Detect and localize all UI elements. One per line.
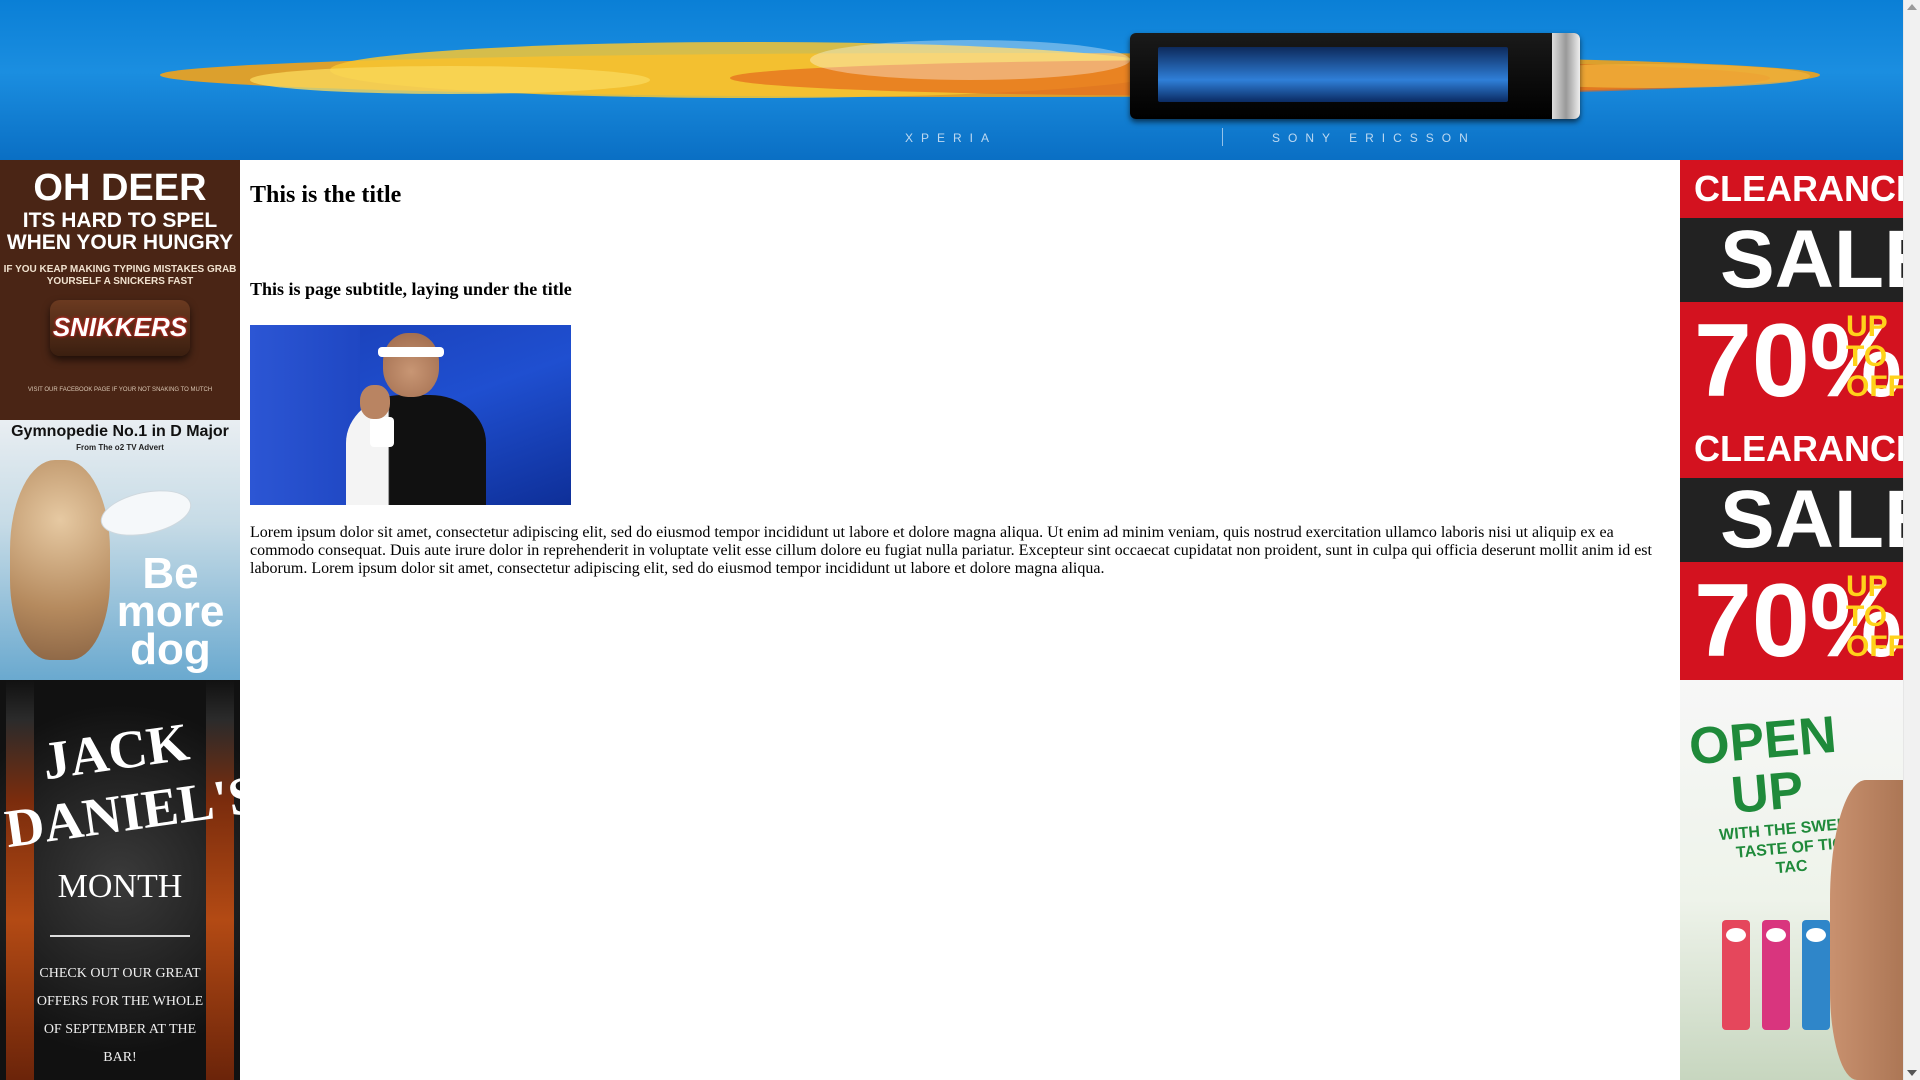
snickers-line2: ITS HARD TO SPEL WHEN YOUR HUNGRY bbox=[6, 209, 234, 254]
up-to-off-repeat: UP TO OFF bbox=[1846, 570, 1904, 663]
jack-month: MONTH bbox=[57, 868, 183, 905]
clearance-word-repeat: CLEARANCE bbox=[1694, 428, 1904, 469]
page-title: This is the title bbox=[250, 182, 402, 208]
top-banner-ad[interactable]: XPERIA SONY ERICSSON bbox=[0, 0, 1904, 160]
clearance-word: CLEARANCE bbox=[1694, 168, 1904, 209]
tictac-ad[interactable]: OPEN UP WITH THE SWEET TASTE OF TIC TAC bbox=[1680, 680, 1904, 1080]
tictac-box-red bbox=[1722, 920, 1750, 1030]
hand-image bbox=[1830, 780, 1904, 1080]
banner-brand-right: SONY ERICSSON bbox=[1272, 131, 1476, 145]
banner-divider bbox=[1222, 128, 1223, 146]
snickers-headline: OH DEER bbox=[33, 167, 207, 209]
body-paragraph: Lorem ipsum dolor sit amet, consectetur … bbox=[250, 524, 1652, 577]
snickers-footer: VISIT OUR FACEBOOK PAGE IF YOUR NOT SNAK… bbox=[27, 387, 213, 393]
cat-image bbox=[10, 460, 110, 660]
main-content: This is the title This is page subtitle,… bbox=[250, 160, 1670, 577]
phone-image bbox=[1130, 33, 1580, 119]
sale-word: SALE bbox=[1680, 218, 1904, 302]
sale-word-repeat: SALE bbox=[1680, 478, 1904, 562]
snickers-line3: IF YOU KEAP MAKING TYPING MISTAKES GRAB … bbox=[3, 264, 237, 287]
jack-offer: CHECK OUT OUR GREAT OFFERS FOR THE WHOLE… bbox=[36, 966, 204, 1065]
up-to-off: UP TO OFF bbox=[1846, 310, 1904, 403]
tictac-headline: OPEN UP bbox=[1686, 705, 1839, 825]
jack-daniels-ad[interactable]: JACK DANIEL'S MONTH CHECK OUT OUR GREAT … bbox=[0, 680, 240, 1080]
tictac-box-pink bbox=[1762, 920, 1790, 1030]
clearance-sale-ad[interactable]: CLEARANCE SALE 70% UP TO OFF CLEARANCE S… bbox=[1680, 160, 1904, 680]
cat-ad-slogan: Be more dog bbox=[116, 549, 225, 674]
cat-ad-title: Gymnopedie No.1 in D Major bbox=[11, 423, 229, 440]
tictac-box-blue bbox=[1802, 920, 1830, 1030]
cat-ad-subtitle: From The o2 TV Advert bbox=[76, 443, 164, 452]
scroll-up-arrow-icon[interactable] bbox=[1907, 4, 1917, 10]
snickers-ad[interactable]: OH DEER ITS HARD TO SPEL WHEN YOUR HUNGR… bbox=[0, 160, 240, 420]
banner-brand-left: XPERIA bbox=[905, 131, 998, 145]
snickers-product-name: SNIKKERS bbox=[52, 312, 188, 342]
tennis-player-photo bbox=[250, 325, 571, 505]
jack-brand: JACK DANIEL'S bbox=[1, 711, 240, 860]
vertical-scrollbar[interactable] bbox=[1903, 0, 1920, 1080]
frisbee-image bbox=[96, 482, 196, 544]
scroll-down-arrow-icon[interactable] bbox=[1907, 1070, 1917, 1076]
page-subtitle: This is page subtitle, laying under the … bbox=[250, 279, 572, 299]
snickers-bar-image: SNIKKERS bbox=[50, 300, 190, 356]
cat-ad[interactable]: Gymnopedie No.1 in D Major From The o2 T… bbox=[0, 420, 240, 680]
jack-divider bbox=[50, 935, 190, 937]
